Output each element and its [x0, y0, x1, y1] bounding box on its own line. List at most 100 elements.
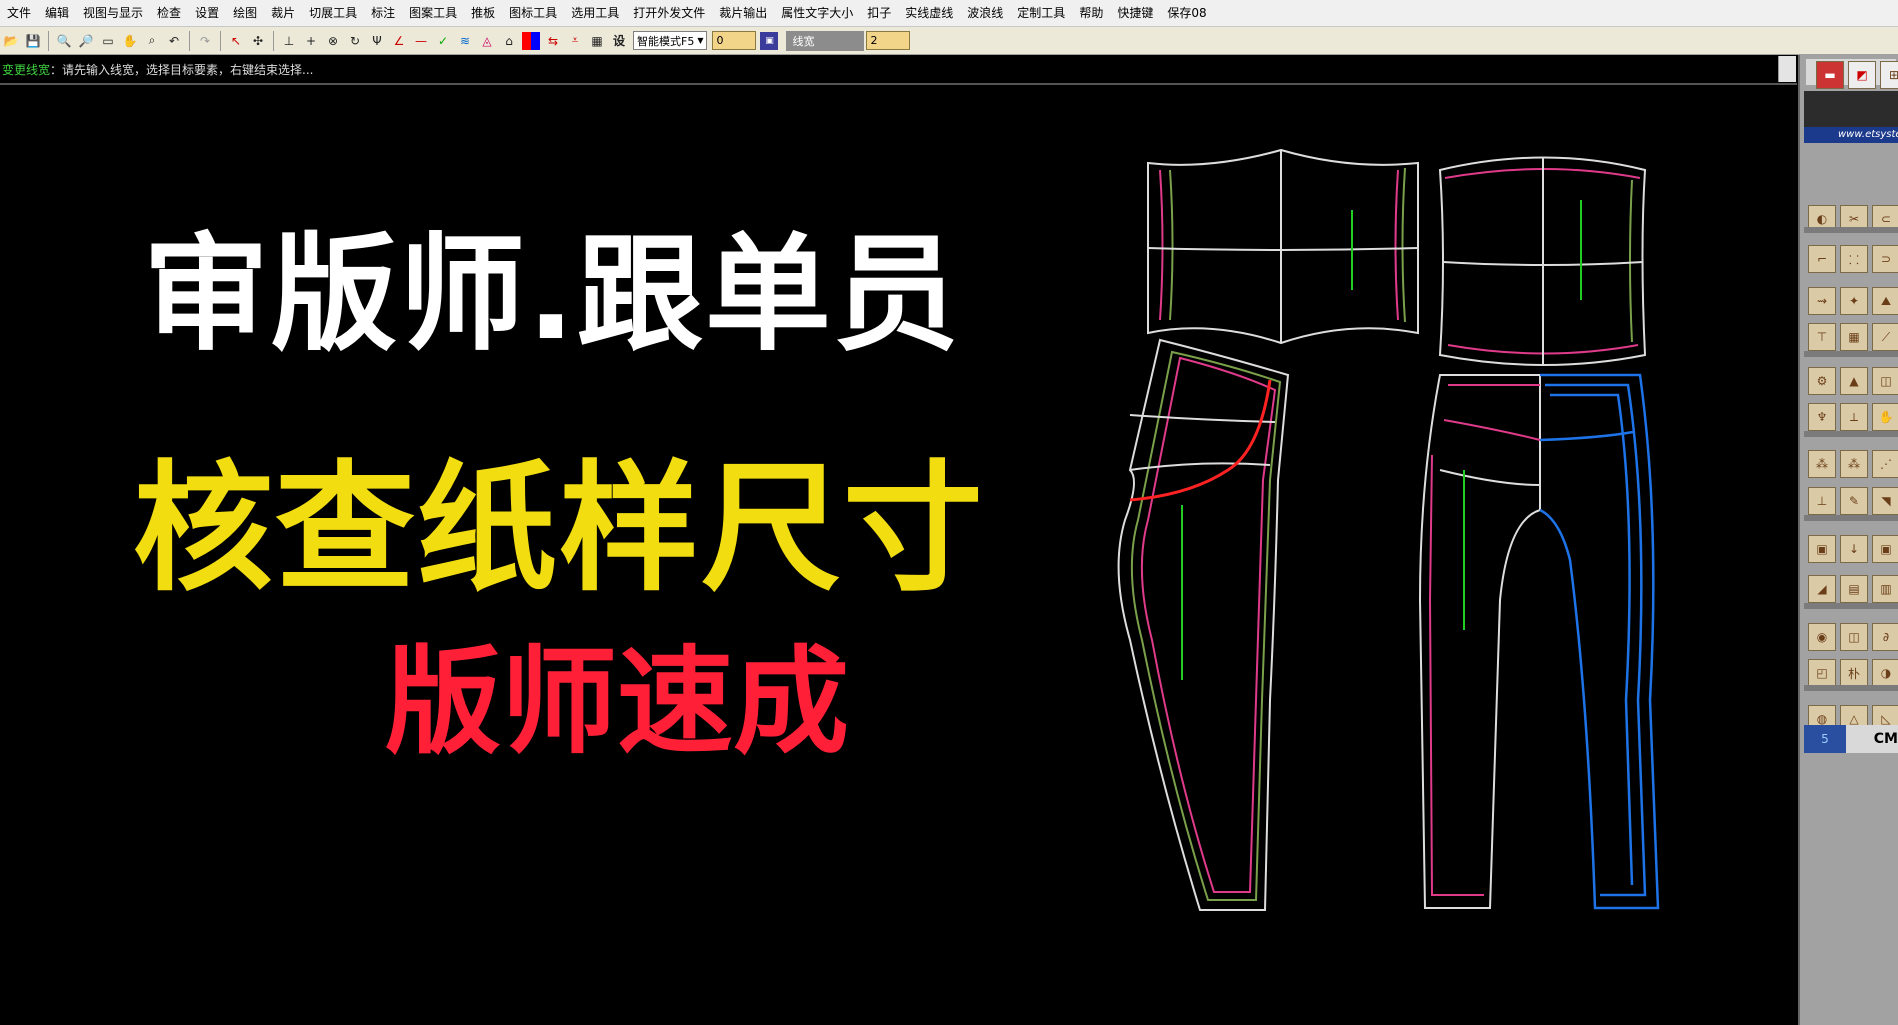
tuck-icon[interactable]: ◬ — [478, 32, 496, 50]
line-width-label: 线宽 — [786, 30, 865, 51]
menu-item[interactable]: 推板 — [464, 0, 502, 26]
panel-tool-icon[interactable]: ⊥ — [1808, 487, 1836, 515]
pleat-icon[interactable]: ≋ — [456, 32, 474, 50]
toolbar-separator — [273, 30, 274, 51]
zoom-fit-icon[interactable]: ⌕ — [143, 32, 161, 50]
menu-item[interactable]: 帮助 — [1072, 0, 1110, 26]
panel-tool-icon[interactable]: ▲ — [1840, 367, 1868, 395]
panel-tool-icon[interactable]: ↓ — [1840, 535, 1868, 563]
grid-icon[interactable]: ▦ — [588, 32, 606, 50]
panel-tool-icon[interactable]: ⌐ — [1808, 245, 1836, 273]
page-number[interactable]: 5 — [1804, 725, 1846, 753]
zoom-out-icon[interactable]: 🔍 — [55, 32, 73, 50]
panel-tool-icon[interactable]: ◫ — [1872, 367, 1898, 395]
redo-icon[interactable]: ↷ — [196, 32, 214, 50]
waistband-piece-left — [1147, 148, 1419, 345]
cross-icon[interactable]: + — [302, 32, 320, 50]
setting-icon[interactable]: 设 — [610, 32, 628, 50]
check-icon[interactable]: ✓ — [434, 32, 452, 50]
panel-tool-icon[interactable]: ◥ — [1872, 487, 1898, 515]
menu-item[interactable]: 设置 — [188, 0, 226, 26]
layer-icon[interactable]: ▬ — [1816, 61, 1844, 89]
align-icon[interactable]: ⊥ — [280, 32, 298, 50]
menu-item[interactable]: 文件 — [0, 0, 38, 26]
menu-item[interactable]: 检查 — [150, 0, 188, 26]
menu-item[interactable]: 裁片 — [264, 0, 302, 26]
line-width-input[interactable]: 2 — [866, 31, 911, 50]
menu-item[interactable]: 裁片输出 — [712, 0, 774, 26]
panel-tool-icon[interactable]: ⁂ — [1840, 450, 1868, 478]
zoom-window-icon[interactable]: ▭ — [99, 32, 117, 50]
menu-item[interactable]: 波浪线 — [960, 0, 1010, 26]
panel-tool-icon[interactable]: ▤ — [1840, 575, 1868, 603]
overview-icon[interactable]: ⊞ — [1880, 61, 1898, 89]
waistband-piece-right — [1438, 156, 1647, 366]
angle-icon[interactable]: ∠ — [390, 32, 408, 50]
fork-icon[interactable]: Ψ — [368, 32, 386, 50]
line-icon[interactable]: — — [412, 32, 430, 50]
panel-tool-icon[interactable]: 朴 — [1840, 659, 1868, 687]
panel-tool-icon[interactable]: ◰ — [1808, 659, 1836, 687]
menu-item[interactable]: 属性文字大小 — [774, 0, 860, 26]
panel-tool-icon[interactable]: ◉ — [1808, 623, 1836, 651]
menu-item[interactable]: 实线虚线 — [898, 0, 960, 26]
panel-tool-icon[interactable]: ⚙ — [1808, 367, 1836, 395]
map-icon[interactable]: ◩ — [1848, 61, 1876, 89]
undo-icon[interactable]: ↶ — [165, 32, 183, 50]
panel-tool-icon[interactable]: ⇝ — [1808, 287, 1836, 315]
panel-tool-icon[interactable]: ▣ — [1872, 535, 1898, 563]
panel-tool-icon[interactable]: ▥ — [1872, 575, 1898, 603]
panel-tool-icon[interactable]: ∂ — [1872, 623, 1898, 651]
panel-tool-icon[interactable]: ⋰ — [1872, 450, 1898, 478]
mirror-icon[interactable]: ⊗ — [324, 32, 342, 50]
menu-item[interactable]: 标注 — [364, 0, 402, 26]
panel-tool-icon[interactable]: ⛰ — [1872, 287, 1898, 315]
panel-tool-icon[interactable]: ✎ — [1840, 487, 1868, 515]
menu-item[interactable]: 保存08 — [1160, 0, 1213, 26]
menu-item[interactable]: 绘图 — [226, 0, 264, 26]
dialog-icon[interactable]: ▣ — [760, 31, 779, 50]
panel-tool-icon[interactable]: ⟂ — [1840, 403, 1868, 431]
menu-item[interactable]: 视图与显示 — [76, 0, 150, 26]
panel-tool-icon[interactable]: ✋ — [1872, 403, 1898, 431]
mode-select[interactable]: 智能模式F5 ▼ — [633, 31, 708, 50]
menu-item[interactable]: 选用工具 — [564, 0, 626, 26]
panel-tool-icon[interactable]: ⸬ — [1840, 245, 1868, 273]
current-command: 变更线宽 — [2, 62, 51, 77]
zoom-in-icon[interactable]: 🔎 — [77, 32, 95, 50]
prompt-scrollbar[interactable] — [1778, 56, 1796, 82]
move-point-icon[interactable]: ✣ — [249, 32, 267, 50]
panel-tool-icon[interactable]: ▣ — [1808, 535, 1836, 563]
hanger-icon[interactable]: ⌂ — [500, 32, 518, 50]
menu-item[interactable]: 打开外发文件 — [626, 0, 712, 26]
panel-divider — [1804, 351, 1898, 357]
notch-icon[interactable]: ⩡ — [566, 32, 584, 50]
menu-item[interactable]: 快捷键 — [1110, 0, 1160, 26]
panel-tool-icon[interactable]: ⁂ — [1808, 450, 1836, 478]
rotate-icon[interactable]: ↻ — [346, 32, 364, 50]
panel-tool-icon[interactable]: ✦ — [1840, 287, 1868, 315]
panel-tool-icon[interactable]: ⊤ — [1808, 323, 1836, 351]
panel-tool-icon[interactable]: ⊃ — [1872, 245, 1898, 273]
toolbar: 📂 💾 🔍 🔎 ▭ ✋ ⌕ ↶ ↷ ↖ ✣ ⊥ + ⊗ ↻ Ψ ∠ — ✓ ≋ … — [0, 27, 1898, 55]
menu-item[interactable]: 定制工具 — [1010, 0, 1072, 26]
color-palette-icon[interactable] — [522, 31, 540, 50]
panel-tool-icon[interactable]: ◫ — [1840, 623, 1868, 651]
panel-tool-icon[interactable]: ♆ — [1808, 403, 1836, 431]
number-input[interactable]: 0 — [712, 31, 757, 50]
panel-tool-icon[interactable]: ◢ — [1808, 575, 1836, 603]
panel-divider — [1804, 603, 1898, 609]
merge-icon[interactable]: ⇆ — [544, 32, 562, 50]
panel-tool-icon[interactable]: ◑ — [1872, 659, 1898, 687]
panel-tool-icon[interactable]: ⟋ — [1872, 323, 1898, 351]
panel-tool-icon[interactable]: ▦ — [1840, 323, 1868, 351]
menu-item[interactable]: 切展工具 — [302, 0, 364, 26]
menu-item[interactable]: 编辑 — [38, 0, 76, 26]
menu-item[interactable]: 扣子 — [860, 0, 898, 26]
pan-hand-icon[interactable]: ✋ — [121, 32, 139, 50]
open-icon[interactable]: 📂 — [2, 32, 20, 50]
save-icon[interactable]: 💾 — [24, 32, 42, 50]
select-delete-icon[interactable]: ↖ — [227, 32, 245, 50]
menu-item[interactable]: 图标工具 — [502, 0, 564, 26]
menu-item[interactable]: 图案工具 — [402, 0, 464, 26]
